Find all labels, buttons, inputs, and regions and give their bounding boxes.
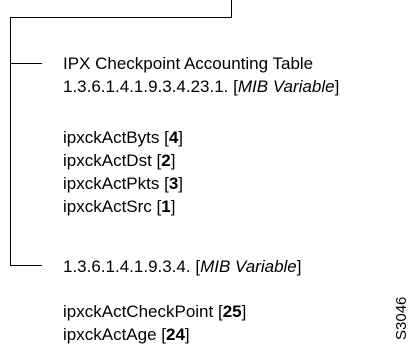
- variable-index: 2: [161, 151, 171, 170]
- variable-name: ipxckActDst: [63, 151, 152, 170]
- tree-vertical-line: [10, 17, 11, 266]
- node1-oid-tag: MIB Variable: [237, 77, 335, 96]
- variable-name: ipxckActPkts: [63, 174, 160, 193]
- node1-variable: ipxckActPkts [3]: [63, 174, 184, 193]
- variable-index: 1: [161, 197, 171, 216]
- node2-branch-line: [10, 265, 42, 266]
- variable-name: ipxckActByts: [63, 128, 160, 147]
- variable-name: ipxckActSrc: [63, 197, 152, 216]
- top-horizontal-line: [10, 17, 232, 18]
- variable-index: 25: [222, 302, 242, 321]
- variable-name: ipxckActCheckPoint: [63, 302, 214, 321]
- node1-oid: 1.3.6.1.4.1.9.3.4.23.1.: [63, 77, 229, 96]
- node2-oid-tag: MIB Variable: [200, 257, 297, 276]
- variable-index: 3: [168, 174, 179, 193]
- node2-oid: 1.3.6.1.4.1.9.3.4.: [63, 257, 191, 276]
- mib-tree-diagram: IPX Checkpoint Accounting Table 1.3.6.1.…: [0, 0, 419, 347]
- node2-variable: ipxckActCheckPoint [25]: [63, 302, 247, 321]
- node1-branch-line: [10, 63, 42, 64]
- node1-title: IPX Checkpoint Accounting Table: [63, 54, 314, 73]
- node2-variable: ipxckActAge [24]: [63, 325, 190, 344]
- top-stub-line: [231, 0, 232, 18]
- node2-oid-line: 1.3.6.1.4.1.9.3.4. [MIB Variable]: [63, 257, 302, 276]
- variable-index: 24: [166, 325, 185, 344]
- node1-oid-line: 1.3.6.1.4.1.9.3.4.23.1. [MIB Variable]: [63, 77, 340, 96]
- node1-variable: ipxckActByts [4]: [63, 128, 184, 147]
- figure-code: S3046: [393, 296, 410, 340]
- variable-name: ipxckActAge: [63, 325, 157, 344]
- node1-variable: ipxckActSrc [1]: [63, 197, 176, 216]
- node1-variable: ipxckActDst [2]: [63, 151, 176, 170]
- variable-index: 4: [168, 128, 179, 147]
